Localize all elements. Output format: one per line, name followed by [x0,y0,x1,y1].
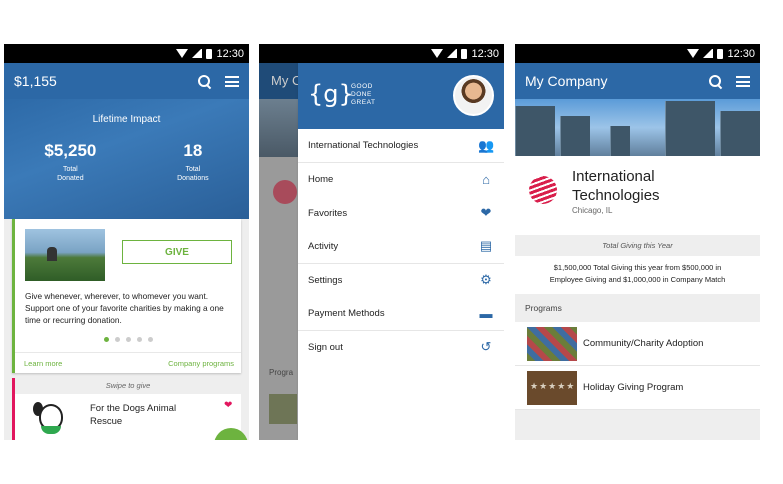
heart-icon[interactable]: ❤ [224,400,232,411]
learn-more-link[interactable]: Learn more [24,359,62,368]
swipe-label: Swipe to give [15,378,241,394]
heart-icon: ❤ [480,205,492,221]
app-bar: $1,155 [4,63,249,99]
carousel-dot[interactable] [147,337,153,342]
drawer-item-favorites[interactable]: Favorites ❤ [298,197,504,231]
page-title: My Company [525,73,608,89]
carousel-indicator[interactable] [15,337,241,342]
company-programs-link[interactable]: Company programs [168,359,234,368]
status-time: 12:30 [727,47,755,60]
carousel-dot[interactable] [114,337,120,342]
stat-total-donations: 18 Total Donations [177,141,209,183]
status-bar: 12:30 [259,44,504,63]
total-giving-label: Total Giving this Year [515,235,760,256]
wifi-icon [431,49,444,58]
drawer-item-label: Payment Methods [308,307,385,319]
battery-icon [717,48,724,59]
impact-panel: Lifetime Impact $5,250 Total Donated 18 T… [4,99,249,219]
good-done-great-logo: {g} [308,80,354,108]
drawer-item-label: Settings [308,274,343,286]
stat-label: Total [185,166,201,173]
balance: $1,155 [14,73,57,89]
carousel-dot[interactable] [136,337,142,342]
program-name: Holiday Giving Program [583,382,684,393]
stat-total-donated: $5,250 Total Donated [44,141,96,183]
give-button[interactable]: GIVE [122,240,232,264]
program-thumbnail [527,326,577,361]
document-icon: ▤ [479,238,493,254]
drawer-item-label: Home [308,174,334,186]
drawer-header: {g} GOOD DONE GREAT [298,63,504,129]
status-time: 12:30 [216,47,244,60]
credit-card-icon: ▬ [479,305,493,321]
menu-icon[interactable] [736,75,750,87]
menu-icon[interactable] [225,75,239,87]
phone-screen-drawer: 12:30 My C Progra {g} GOOD DONE GREAT In… [259,44,504,440]
drawer-item-company[interactable]: International Technologies 👥 [298,129,504,163]
phone-screen-home: 12:30 $1,155 Lifetime Impact $5,250 Tota… [4,44,249,440]
charity-card[interactable]: Swipe to give For the Dogs Animal Rescue… [12,378,248,440]
drawer-item-payment-methods[interactable]: Payment Methods ▬ [298,297,504,331]
carousel-dot[interactable] [103,337,109,342]
battery-icon [206,48,213,59]
background-thumbnail [269,394,297,424]
stat-label: Total [62,166,78,173]
home-icon: ⌂ [482,172,490,188]
drawer-item-settings[interactable]: Settings ⚙ [298,264,504,298]
stat-value: $5,250 [44,141,97,160]
programs-heading: Programs [515,294,760,322]
stat-label: Donated [57,175,84,182]
status-bar: 12:30 [515,44,760,63]
search-icon[interactable] [709,74,722,88]
company-label: International Technologies [308,140,419,151]
charity-name: For the Dogs Animal Rescue [90,403,177,427]
dog-logo-icon [33,400,69,438]
give-card: GIVE Give whenever, wherever, to whomeve… [12,219,241,373]
signal-icon [192,49,203,58]
org-logo [529,176,557,204]
status-bar: 12:30 [4,44,249,63]
list-item[interactable]: Community/Charity Adoption [515,322,760,366]
org-location: Chicago, IL [572,206,613,215]
signal-icon [703,49,714,58]
app-bar: My Company [515,63,760,99]
gear-icon: ⚙ [480,272,492,288]
people-icon: 👥 [478,137,495,153]
sign-out-icon: ↺ [480,339,492,355]
drawer-item-label: Favorites [308,207,348,219]
org-name: International Technologies [572,168,660,204]
logo-text: GOOD DONE GREAT [351,83,376,106]
battery-icon [461,48,468,59]
drawer-item-activity[interactable]: Activity ▤ [298,230,504,264]
give-description: Give whenever, wherever, to whomever you… [25,291,224,325]
avatar[interactable] [453,75,494,116]
impact-label: Lifetime Impact [92,114,161,125]
company-banner [515,99,760,156]
navigation-drawer: {g} GOOD DONE GREAT International Techno… [298,63,504,440]
give-photo [25,229,105,281]
wifi-icon [176,49,189,58]
give-fab-button[interactable] [214,428,248,440]
carousel-dot[interactable] [125,337,131,342]
drawer-item-sign-out[interactable]: Sign out ↺ [298,331,504,365]
drawer-item-home[interactable]: Home ⌂ [298,163,504,197]
drawer-item-label: Activity [308,240,339,252]
background-logo [273,180,297,204]
phone-screen-company: 12:30 My Company International Technolog… [515,44,760,440]
background-programs-label: Progra [269,368,294,377]
stat-value: 18 [183,141,203,160]
search-icon[interactable] [198,74,211,88]
org-header: International Technologies Chicago, IL [515,156,760,235]
stat-label: Donations [177,175,209,182]
signal-icon [447,49,458,58]
status-time: 12:30 [471,47,499,60]
program-name: Community/Charity Adoption [583,338,704,349]
total-giving-text: $1,500,000 Total Giving this year from $… [515,256,760,294]
wifi-icon [687,49,700,58]
program-thumbnail [527,370,577,405]
drawer-item-label: Sign out [308,341,343,353]
list-item[interactable]: Holiday Giving Program [515,366,760,410]
